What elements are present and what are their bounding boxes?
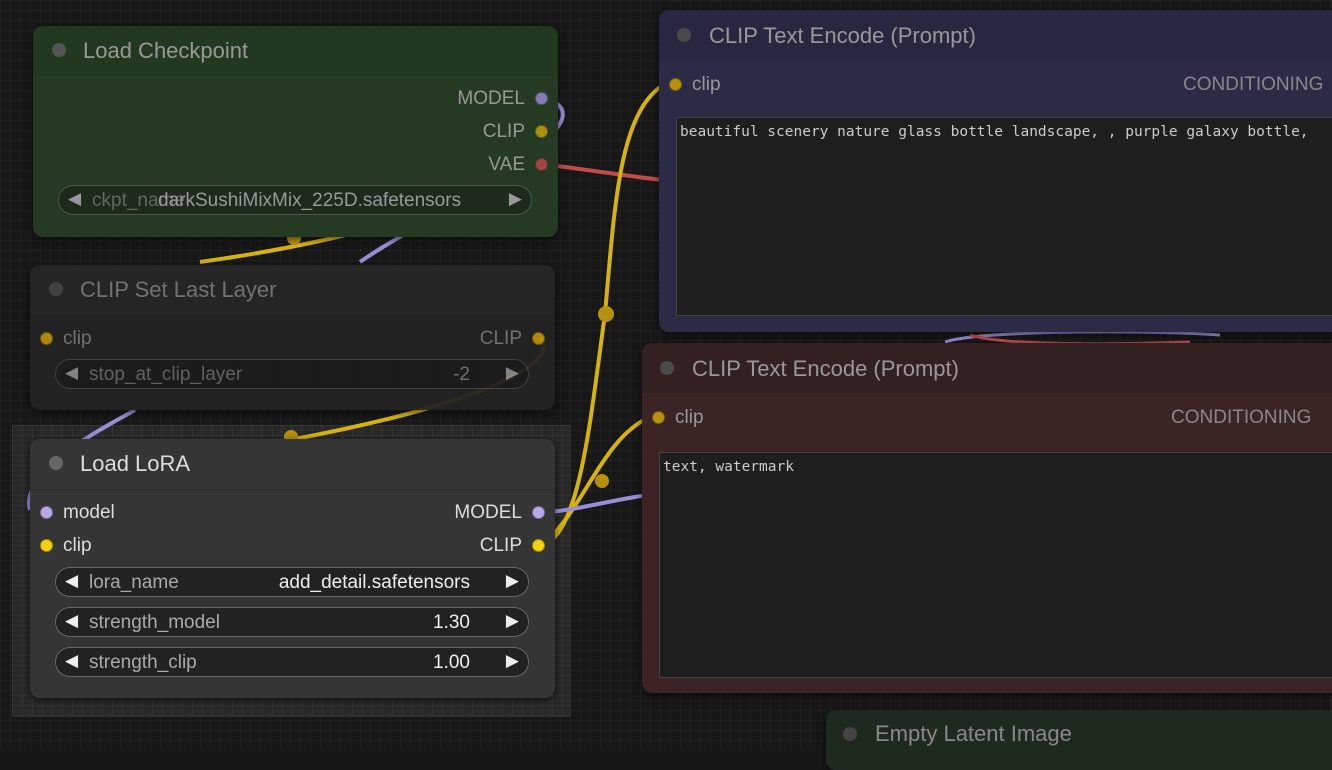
output-slot-model-icon[interactable] bbox=[532, 506, 545, 519]
output-label-vae: VAE bbox=[488, 154, 525, 175]
arrow-right-icon[interactable]: ▶ bbox=[506, 571, 519, 591]
node-empty-latent-image[interactable]: Empty Latent Image bbox=[826, 710, 1332, 770]
widget-label: stop_at_clip_layer bbox=[89, 364, 243, 385]
input-label-clip: clip bbox=[63, 328, 92, 349]
lora-name-combo[interactable]: ◀ lora_name add_detail.safetensors ▶ bbox=[55, 567, 529, 597]
node-clip-set-last-layer[interactable]: CLIP Set Last Layer clip CLIP ◀ stop_at_… bbox=[30, 265, 555, 410]
collapse-dot-icon[interactable] bbox=[49, 456, 63, 470]
widget-value: 1.30 bbox=[433, 612, 470, 633]
arrow-right-icon[interactable]: ▶ bbox=[506, 363, 519, 383]
strength-model-number[interactable]: ◀ strength_model 1.30 ▶ bbox=[55, 607, 529, 637]
arrow-left-icon[interactable]: ◀ bbox=[65, 651, 78, 671]
arrow-left-icon[interactable]: ◀ bbox=[65, 611, 78, 631]
node-title-bar[interactable]: Load Checkpoint bbox=[33, 26, 558, 76]
collapse-dot-icon[interactable] bbox=[677, 28, 691, 42]
widget-label: strength_model bbox=[89, 612, 220, 633]
prompt-text-area[interactable]: beautiful scenery nature glass bottle la… bbox=[676, 117, 1332, 316]
output-slot-model-icon[interactable] bbox=[535, 92, 548, 105]
arrow-right-icon[interactable]: ▶ bbox=[509, 189, 522, 209]
node-title-bar[interactable]: Load LoRA bbox=[30, 439, 555, 490]
arrow-left-icon[interactable]: ◀ bbox=[68, 189, 81, 209]
widget-value: add_detail.safetensors bbox=[278, 572, 470, 593]
output-label-clip: CLIP bbox=[482, 121, 525, 142]
strength-clip-number[interactable]: ◀ strength_clip 1.00 ▶ bbox=[55, 647, 529, 677]
widget-value: -2 bbox=[453, 364, 470, 385]
arrow-left-icon[interactable]: ◀ bbox=[65, 571, 78, 591]
input-slot-clip-icon[interactable] bbox=[669, 78, 682, 91]
input-slot-clip-icon[interactable] bbox=[652, 411, 665, 424]
node-title-bar[interactable]: CLIP Text Encode (Prompt) bbox=[642, 343, 1332, 393]
arrow-right-icon[interactable]: ▶ bbox=[506, 651, 519, 671]
collapse-dot-icon[interactable] bbox=[49, 282, 63, 296]
node-title-bar[interactable]: Empty Latent Image bbox=[826, 710, 1332, 760]
arrow-right-icon[interactable]: ▶ bbox=[506, 611, 519, 631]
input-slot-model-icon[interactable] bbox=[40, 506, 53, 519]
input-label-clip: clip bbox=[692, 74, 721, 95]
output-slot-clip-icon[interactable] bbox=[535, 125, 548, 138]
widget-value: 1.00 bbox=[433, 652, 470, 673]
widget-label: strength_clip bbox=[89, 652, 197, 673]
node-clip-text-encode-negative[interactable]: CLIP Text Encode (Prompt) clip CONDITION… bbox=[642, 343, 1332, 693]
node-title: Empty Latent Image bbox=[875, 721, 1072, 746]
node-title: Load Checkpoint bbox=[83, 38, 249, 63]
collapse-dot-icon[interactable] bbox=[52, 43, 66, 57]
node-title: CLIP Text Encode (Prompt) bbox=[709, 23, 976, 48]
output-label-model: MODEL bbox=[454, 502, 522, 523]
output-slot-clip-icon[interactable] bbox=[532, 332, 545, 345]
ckpt-name-combo[interactable]: ◀ ckpt_name darkSushiMixMix_225D.safeten… bbox=[58, 185, 532, 215]
node-title-bar[interactable]: CLIP Set Last Layer bbox=[30, 265, 555, 315]
output-label-model: MODEL bbox=[457, 88, 525, 109]
widget-value: darkSushiMixMix_225D.safetensors bbox=[158, 190, 462, 211]
output-label-clip: CLIP bbox=[479, 535, 522, 556]
node-load-checkpoint[interactable]: Load Checkpoint MODEL CLIP VAE ◀ ckpt_na… bbox=[33, 26, 558, 237]
node-clip-text-encode-positive[interactable]: CLIP Text Encode (Prompt) clip CONDITION… bbox=[659, 10, 1332, 332]
widget-label: lora_name bbox=[89, 572, 179, 593]
input-label-model: model bbox=[63, 502, 115, 523]
prompt-text-area[interactable]: text, watermark bbox=[659, 452, 1332, 678]
stop-at-clip-layer-number[interactable]: ◀ stop_at_clip_layer -2 ▶ bbox=[55, 359, 529, 389]
output-label-conditioning: CONDITIONING bbox=[1183, 74, 1324, 95]
arrow-left-icon[interactable]: ◀ bbox=[65, 363, 78, 383]
output-slot-clip-icon[interactable] bbox=[532, 539, 545, 552]
input-slot-clip-icon[interactable] bbox=[40, 332, 53, 345]
output-slot-vae-icon[interactable] bbox=[535, 158, 548, 171]
node-title: CLIP Set Last Layer bbox=[80, 277, 277, 302]
input-label-clip: clip bbox=[63, 535, 92, 556]
collapse-dot-icon[interactable] bbox=[843, 727, 857, 741]
input-slot-clip-icon[interactable] bbox=[40, 539, 53, 552]
input-label-clip: clip bbox=[675, 407, 704, 428]
node-title: Load LoRA bbox=[80, 451, 191, 476]
output-label-conditioning: CONDITIONING bbox=[1171, 407, 1312, 428]
node-load-lora[interactable]: Load LoRA model MODEL clip CLIP ◀ lora_n… bbox=[30, 439, 555, 698]
output-label-clip: CLIP bbox=[479, 328, 522, 349]
node-title: CLIP Text Encode (Prompt) bbox=[692, 356, 959, 381]
collapse-dot-icon[interactable] bbox=[660, 361, 674, 375]
node-title-bar[interactable]: CLIP Text Encode (Prompt) bbox=[659, 10, 1332, 60]
